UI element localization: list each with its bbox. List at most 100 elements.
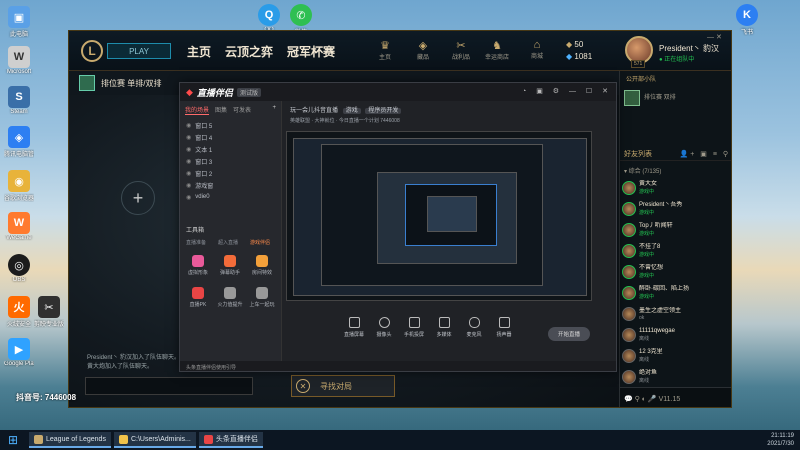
add-scene-icon[interactable]: + [272, 105, 276, 115]
scene-item[interactable]: ◉ 游戏窗 [180, 179, 281, 191]
desktop-icon[interactable]: ▶ Google Play [4, 338, 34, 367]
eye-icon[interactable]: ◉ [186, 122, 191, 129]
stream-preview[interactable] [286, 131, 592, 301]
taskbar-item-stream-app[interactable]: 头条直播伴侣 [198, 432, 263, 448]
eye-icon[interactable]: ◉ [186, 194, 191, 201]
riot-points-icon: ◆ [566, 52, 573, 61]
tool-danmaku[interactable]: 弹幕助手 [216, 255, 244, 276]
close-icon[interactable]: ✕ [296, 379, 310, 393]
nav-loot-button[interactable]: ✂ 战利品 [447, 39, 475, 61]
map-icon [79, 75, 95, 91]
social-sidebar: 公开部小队 排位赛 双排 好友列表 👤+ ▣ ≡ ⚲ ▾ 综合 (7/135) … [619, 71, 731, 407]
avatar [622, 348, 636, 363]
friends-actions-icons[interactable]: 👤+ ▣ ≡ ⚲ [680, 150, 730, 158]
friend-item[interactable]: 黄大女 游戏中 [622, 177, 731, 198]
microphone-button[interactable]: 麦克风 [462, 317, 486, 357]
friend-item[interactable]: President丶吾秀 游戏中 [622, 198, 731, 219]
lol-icon [34, 434, 43, 444]
scene-item[interactable]: ◉ 窗口 2 [180, 167, 281, 179]
chat-input[interactable] [85, 377, 253, 395]
tool-avatar[interactable]: 虚拟形象 [184, 255, 212, 276]
desktop-icon[interactable]: S Steam [4, 86, 34, 115]
scene-item[interactable]: ◉ 窗口 4 [180, 131, 281, 143]
stream-app-icon [203, 434, 213, 444]
desktop-icon[interactable]: W Microsoft [4, 46, 34, 75]
desktop-icon[interactable]: ✂ 剪映专业版 [34, 296, 64, 328]
friend-item[interactable]: 醉卧·碳回、陷上扬 游戏中 [622, 282, 731, 303]
avatar [622, 285, 636, 300]
speaker-button[interactable]: 扬声器 [492, 317, 516, 357]
play-button[interactable]: PLAY [107, 43, 171, 59]
monitor-icon [348, 317, 360, 328]
nav-home[interactable]: 主页 [187, 43, 211, 60]
add-screen-button[interactable]: 直播屏幕 [342, 317, 366, 357]
desktop-icon[interactable]: QQQ [254, 4, 284, 33]
windows-start-icon[interactable]: ⊞ [0, 430, 26, 450]
nav-profile-button[interactable]: ♛ 主页 [371, 39, 399, 61]
lol-logo[interactable]: L [81, 40, 103, 62]
taskbar-item-explorer[interactable]: C:\Users\Adminis... [113, 432, 196, 448]
taskbar-item-lol[interactable]: League of Legends [29, 432, 111, 448]
stream-footer[interactable]: 头条直播伴侣使用引导 [180, 361, 616, 371]
scene-item[interactable]: ◉ 文本 1 [180, 143, 281, 155]
eye-icon[interactable]: ◉ [186, 146, 191, 153]
friend-item[interactable]: 不挂了8 游戏中 [622, 240, 731, 261]
toolbox-tabs: 直播准备 超入直播 游戏伴侣 [186, 240, 271, 246]
friend-item[interactable]: 绝对鱼 离线 [622, 366, 731, 387]
desktop-icon[interactable]: ◈腾讯电脑管家 [4, 126, 34, 158]
tab-gallery[interactable]: 图集 [215, 105, 227, 115]
tab-my-scenes[interactable]: 我的场景 [185, 105, 210, 115]
eye-icon[interactable]: ◉ [186, 170, 191, 177]
add-media-button[interactable]: 多媒体 [432, 317, 456, 357]
nav-collection-button[interactable]: ◈ 藏品 [409, 39, 437, 61]
player-status[interactable]: ● 正在组队中 [659, 54, 694, 63]
window-controls[interactable]: — ✕ [707, 33, 722, 41]
eye-icon[interactable]: ◉ [186, 182, 191, 189]
stream-tag[interactable]: 游戏 [342, 108, 361, 114]
nav-lucky-shop-button[interactable]: ♞ 幸运商店 [483, 39, 511, 61]
tool-room-effects[interactable]: 房间特效 [248, 255, 276, 276]
nav-clash[interactable]: 冠军杯赛 [287, 43, 335, 60]
desktop-icon[interactable]: ◉ 谷歌浏览器 [4, 170, 34, 202]
friend-group-header[interactable]: ▾ 综合 (7/135) [624, 166, 661, 175]
tool-play-together[interactable]: 上车一起玩 [248, 287, 276, 308]
avatar [622, 201, 636, 216]
obs-icon: ◎ [8, 254, 30, 276]
tool-pk[interactable]: 直播PK [184, 287, 212, 308]
friend-item[interactable]: 不曾忆想 游戏中 [622, 261, 731, 282]
system-clock[interactable]: 21:11:19 2021/7/30 [767, 432, 794, 448]
stream-title[interactable]: 玩一会儿抖音直播 [290, 108, 338, 114]
desktop-icon[interactable]: K 飞书 [732, 4, 762, 36]
invite-slot-plus-icon[interactable]: + [121, 181, 155, 215]
nav-store-button[interactable]: ⌂ 商城 [523, 39, 551, 60]
add-phone-button[interactable]: 手机投屏 [402, 317, 426, 357]
scene-item[interactable]: ◉ 窗口 3 [180, 155, 281, 167]
window-controls[interactable]: ◔ ▣ ⚙ — ☐ ✕ [522, 87, 612, 95]
scene-item[interactable]: ◉ vdie0 [180, 191, 281, 203]
friend-item[interactable]: 12 3克里 离线 [622, 345, 731, 366]
tab-publish[interactable]: 可发表 [233, 105, 251, 115]
friend-item[interactable]: 墨生之虚空领主 ok [622, 303, 731, 324]
top-navigation: L PLAY 主页 云顶之弈 冠军杯赛 ♛ 主页 ◈ 藏品 ✂ 战利品 ♞ 幸运商店 ⌂… [69, 31, 731, 71]
start-live-button[interactable]: 开始直播 [548, 327, 590, 341]
desktop-icon[interactable]: W WeGame [4, 212, 34, 241]
pk-tool-icon [192, 287, 204, 299]
blue-essence-amount: 50 [574, 40, 584, 49]
friend-item[interactable]: Top丿听闻轩 游戏中 [622, 219, 731, 240]
add-camera-button[interactable]: 摄像头 [372, 317, 396, 357]
scene-item[interactable]: ◉ 窗口 5 [180, 119, 281, 131]
shop-icon: ♞ [492, 40, 502, 52]
desktop-icon[interactable]: 火火绒安全 [4, 296, 34, 328]
eye-icon[interactable]: ◉ [186, 134, 191, 141]
sidebar-bottom-bar[interactable]: 💬 ⚲ ◐ 🎤 V11.15 [620, 387, 731, 407]
find-match-button[interactable]: ✕ 寻找对局 [291, 375, 395, 397]
nav-tft[interactable]: 云顶之弈 [225, 43, 273, 60]
friend-item[interactable]: 11111qwegae 离线 [622, 324, 731, 345]
app-title: 直播伴侣 [196, 87, 233, 98]
stream-tag[interactable]: 程序员开发 [365, 108, 402, 114]
desktop-icon[interactable]: ▣ 此电脑 [4, 6, 34, 38]
eye-icon[interactable]: ◉ [186, 158, 191, 165]
club-item[interactable]: 排位赛 双排 [624, 83, 730, 113]
tool-boost[interactable]: 火力值提升 [216, 287, 244, 308]
desktop-icon[interactable]: ◎ OBS [4, 254, 34, 283]
